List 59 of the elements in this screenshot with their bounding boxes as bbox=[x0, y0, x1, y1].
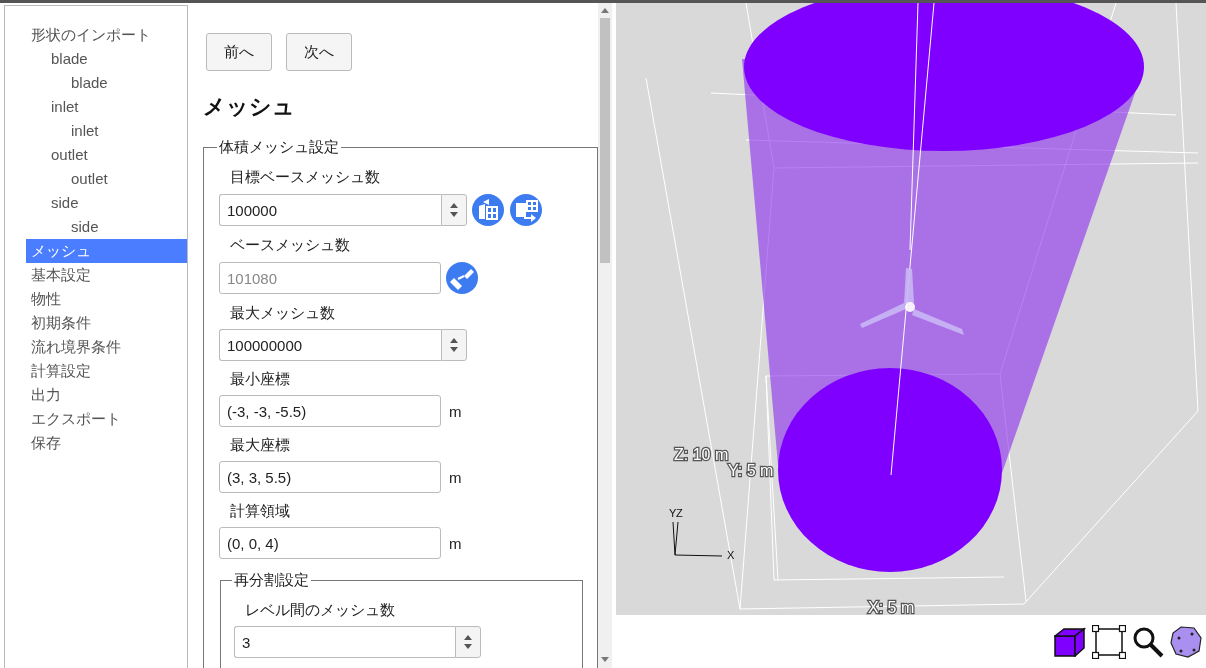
axis-triad: YZ X bbox=[669, 507, 735, 561]
cube-icon[interactable] bbox=[1054, 626, 1086, 657]
scrollbar[interactable] bbox=[598, 3, 612, 668]
sidebar-item[interactable]: 計算設定 bbox=[26, 359, 187, 383]
field-label: 最大座標 bbox=[230, 436, 290, 455]
bounding-frame-icon[interactable] bbox=[1092, 624, 1126, 659]
section-heading: メッシュ bbox=[203, 93, 296, 121]
nav-button[interactable]: 次へ bbox=[286, 33, 352, 71]
nav-button[interactable]: 前へ bbox=[206, 33, 272, 71]
text-field[interactable]: (3, 3, 5.5) bbox=[219, 461, 441, 493]
sidebar-item[interactable]: blade bbox=[26, 71, 187, 95]
sidebar-item[interactable]: inlet bbox=[26, 119, 187, 143]
field-label: 計算領域 bbox=[230, 502, 290, 521]
sidebar-item[interactable]: 基本設定 bbox=[26, 263, 187, 287]
sidebar-item[interactable]: inlet bbox=[26, 95, 187, 119]
sidebar-item[interactable]: 流れ境界条件 bbox=[26, 335, 187, 359]
spinner-buttons[interactable] bbox=[441, 194, 467, 226]
polyhedron-icon[interactable] bbox=[1170, 625, 1202, 658]
field-label: 目標ベースメッシュ数 bbox=[230, 168, 380, 187]
scroll-up-icon[interactable] bbox=[601, 8, 609, 13]
sidebar-item[interactable]: 保存 bbox=[26, 431, 187, 455]
sidebar-item[interactable]: 初期条件 bbox=[26, 311, 187, 335]
field-label: 最小座標 bbox=[230, 370, 290, 389]
group-legend: 体積メッシュ設定 bbox=[217, 138, 341, 157]
spinner-buttons[interactable] bbox=[441, 329, 467, 361]
sidebar-item[interactable]: エクスポート bbox=[26, 407, 187, 431]
field-label: レベル間のメッシュ数 bbox=[245, 601, 395, 620]
group-legend: 再分割設定 bbox=[232, 571, 311, 590]
paint-roller-button[interactable] bbox=[445, 261, 479, 295]
field-label: 最大メッシュ数 bbox=[230, 304, 335, 323]
paint-roller-icon bbox=[445, 261, 479, 295]
number-field[interactable]: 100000000 bbox=[219, 329, 441, 361]
number-field[interactable]: 3 bbox=[234, 626, 455, 658]
unit-label: m bbox=[449, 468, 462, 486]
unit-label: m bbox=[449, 534, 462, 552]
sidebar-item[interactable]: メッシュ bbox=[26, 239, 187, 263]
mesh-grid-arrow-button[interactable] bbox=[509, 193, 543, 227]
sidebar-item[interactable]: blade bbox=[26, 47, 187, 71]
search-icon[interactable] bbox=[1132, 625, 1164, 658]
sidebar-item[interactable]: outlet bbox=[26, 143, 187, 167]
sidebar-item[interactable]: side bbox=[26, 215, 187, 239]
dimension-label: X: 5 m bbox=[868, 599, 915, 615]
mesh-grid-button[interactable] bbox=[471, 193, 505, 227]
scroll-down-icon[interactable] bbox=[601, 657, 609, 662]
unit-label: m bbox=[449, 402, 462, 420]
spinner-buttons[interactable] bbox=[455, 626, 481, 658]
scrollbar-thumb[interactable] bbox=[600, 18, 610, 263]
field-label: ベースメッシュ数 bbox=[230, 236, 350, 255]
dimension-label: Z: 10 m bbox=[674, 446, 729, 463]
sidebar-item[interactable]: side bbox=[26, 191, 187, 215]
sidebar-item[interactable]: 出力 bbox=[26, 383, 187, 407]
dimension-label: Y: 5 m bbox=[728, 462, 774, 479]
mesh-grid-icon bbox=[471, 193, 505, 227]
text-field[interactable]: (0, 0, 4) bbox=[219, 527, 441, 559]
sidebar-item[interactable]: outlet bbox=[26, 167, 187, 191]
sidebar-item[interactable]: 形状のインポート bbox=[26, 23, 187, 47]
text-field[interactable]: (-3, -3, -5.5) bbox=[219, 395, 441, 427]
number-field[interactable]: 100000 bbox=[219, 194, 441, 226]
sidebar-item[interactable]: 物性 bbox=[26, 287, 187, 311]
